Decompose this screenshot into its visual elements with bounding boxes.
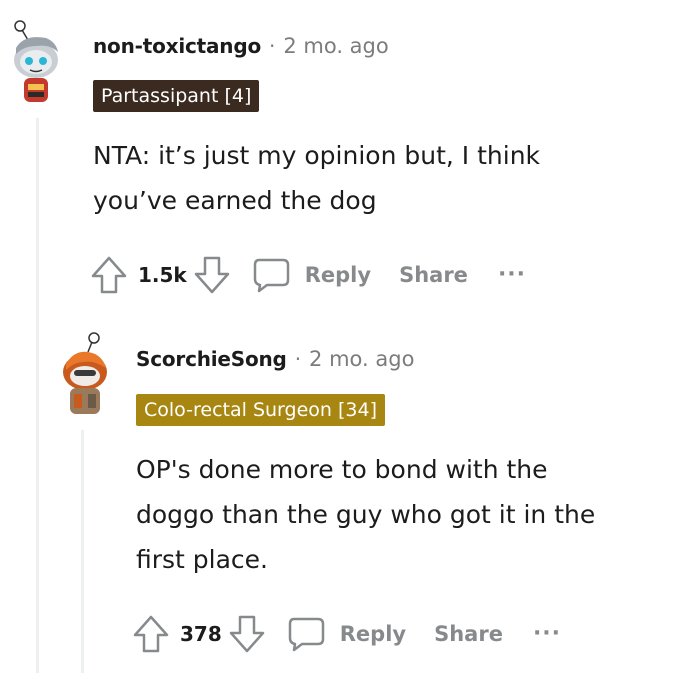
reply-label: Reply bbox=[339, 622, 407, 646]
username[interactable]: ScorchieSong bbox=[136, 347, 287, 371]
downvote-icon[interactable] bbox=[193, 255, 231, 295]
user-flair: Colo-rectal Surgeon [34] bbox=[136, 394, 385, 426]
upvote-icon[interactable] bbox=[90, 255, 128, 295]
more-options-button[interactable]: ··· bbox=[533, 623, 561, 645]
reply-label: Reply bbox=[304, 263, 372, 287]
share-button[interactable]: Share bbox=[434, 622, 503, 646]
reply-button[interactable]: Reply bbox=[286, 615, 406, 653]
snoo-avatar-icon bbox=[14, 20, 58, 102]
comment-meta: non-toxictango · 2 mo. ago bbox=[93, 34, 389, 58]
timestamp[interactable]: 2 mo. ago bbox=[309, 347, 414, 371]
thread-line[interactable] bbox=[36, 118, 39, 673]
comment-bubble-icon bbox=[286, 615, 326, 653]
comment-body-line: NTA: it’s just my opinion but, I think bbox=[93, 141, 541, 170]
separator: · bbox=[268, 34, 276, 58]
comment-meta: ScorchieSong · 2 mo. ago bbox=[136, 347, 414, 371]
share-button[interactable]: Share bbox=[399, 263, 468, 287]
comment-bubble-icon bbox=[251, 256, 291, 294]
comment-body-line: OP's done more to bond with the bbox=[136, 455, 548, 484]
comment-body: NTA: it’s just my opinion but, I think y… bbox=[93, 133, 540, 223]
timestamp[interactable]: 2 mo. ago bbox=[283, 34, 388, 58]
comment-body: OP's done more to bond with the doggo th… bbox=[136, 447, 595, 582]
comment-body-line: doggo than the guy who got it in the bbox=[136, 500, 596, 529]
user-flair: Partassipant [4] bbox=[93, 80, 260, 112]
comment-body-line: first place. bbox=[136, 545, 269, 574]
thread-line[interactable] bbox=[81, 430, 84, 673]
comment-body-line: you’ve earned the dog bbox=[93, 186, 377, 215]
reply-button[interactable]: Reply bbox=[251, 256, 371, 294]
downvote-icon[interactable] bbox=[228, 614, 266, 654]
snoo-avatar-icon bbox=[63, 332, 107, 414]
upvote-icon[interactable] bbox=[132, 614, 170, 654]
comment-actions: 1.5k Reply Share ··· bbox=[90, 255, 526, 295]
avatar[interactable] bbox=[54, 330, 116, 418]
vote-score: 378 bbox=[180, 622, 222, 646]
separator: · bbox=[294, 347, 302, 371]
vote-score: 1.5k bbox=[138, 263, 187, 287]
more-options-button[interactable]: ··· bbox=[498, 264, 526, 286]
username[interactable]: non-toxictango bbox=[93, 34, 261, 58]
comment-actions: 378 Reply Share ··· bbox=[132, 614, 561, 654]
avatar[interactable] bbox=[6, 18, 70, 110]
